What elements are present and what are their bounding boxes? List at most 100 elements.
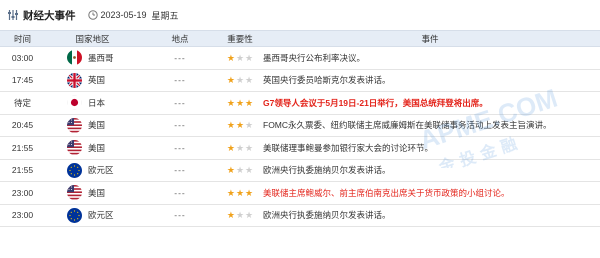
importance-rating: ★ ★ ★ [220, 181, 260, 205]
column-header-region: 国家地区 [45, 30, 140, 47]
us-flag-icon [67, 185, 82, 201]
event-region: 美国 [88, 187, 106, 198]
table-row[interactable]: 待定 日本 --- ★ ★ ★ G7领导人会议于5月19日-21日举行，美国总统拜登将出席。 [0, 91, 600, 115]
star-icon: ★ [226, 142, 235, 153]
event-time: 17:45 [0, 69, 45, 92]
star-icon: ★ [226, 210, 235, 221]
event-time: 23:00 [0, 204, 45, 227]
importance-rating: ★ ★ ★ [220, 204, 260, 227]
event-region-cell: 美国 [45, 181, 140, 205]
star-icon: ★ [245, 165, 254, 176]
page-title: 财经大事件 [23, 9, 76, 22]
star-icon: ★ [235, 75, 245, 86]
star-icon: ★ [245, 97, 254, 108]
event-place: --- [140, 46, 220, 70]
event-region-cell: 日本 [45, 91, 140, 115]
importance-rating: ★ ★ ★ [220, 159, 260, 182]
event-description: 欧洲央行执委施纳贝尔发表讲话。 [260, 204, 600, 227]
event-place: --- [140, 69, 220, 92]
column-header-time: 时间 [0, 30, 45, 47]
column-header-event: 事件 [260, 30, 600, 47]
star-icon: ★ [235, 165, 245, 176]
event-time: 03:00 [0, 46, 45, 70]
page-header: 财经大事件 2023-05-19 星期五 [0, 0, 600, 30]
event-region-cell: 墨西哥 [45, 46, 140, 70]
settings-sliders-icon [7, 9, 19, 21]
table-row[interactable]: 03:00 墨西哥 --- ★ ★ ★ 墨西哥央行公布利率决议。 [0, 46, 600, 70]
date-label: 2023-05-19 [100, 10, 147, 20]
star-icon: ★ [235, 142, 245, 153]
star-icon: ★ [235, 97, 245, 108]
event-place: --- [140, 136, 220, 160]
event-region-cell: 英国 [45, 69, 140, 92]
event-time: 20:45 [0, 114, 45, 137]
event-description: 墨西哥央行公布利率决议。 [260, 46, 600, 70]
table-row[interactable]: 23:00 美国 --- ★ ★ ★ 美联储主席鲍威尔、前主席伯南克出席关于货币政策的小组讨… [0, 181, 600, 205]
japan-flag-icon [67, 95, 82, 111]
event-place: --- [140, 181, 220, 205]
event-place: --- [140, 114, 220, 137]
star-icon: ★ [245, 75, 254, 86]
event-place: --- [140, 204, 220, 227]
event-region: 日本 [88, 97, 106, 108]
weekday-label: 星期五 [151, 10, 179, 21]
calendar-icon [87, 10, 98, 20]
event-description: 美联储理事鲍曼参加银行家大会的讨论环节。 [260, 136, 600, 160]
star-icon: ★ [226, 120, 235, 131]
events-table: 时间 国家地区 地点 重要性 事件 03:00 墨西哥 --- ★ ★ ★ 墨西哥央行公布利… [0, 30, 600, 227]
event-time: 23:00 [0, 181, 45, 205]
table-header: 时间 国家地区 地点 重要性 事件 [0, 30, 600, 47]
table-row[interactable]: 17:45 英国 --- ★ ★ ★ 英国央行委员哈斯克尔发表讲话。 [0, 69, 600, 92]
star-icon: ★ [245, 142, 254, 153]
us-flag-icon [67, 140, 82, 156]
table-row[interactable]: 20:45 美国 --- ★ ★ ★ FOMC永久票委、纽约联储主席威廉姆斯在美联储事务活动… [0, 114, 600, 137]
star-icon: ★ [226, 97, 235, 108]
event-region: 欧元区 [88, 165, 114, 176]
table-body: 03:00 墨西哥 --- ★ ★ ★ 墨西哥央行公布利率决议。 17:45 英国 --- ★ ★ ★ 英… [0, 46, 600, 227]
event-region-cell: 欧元区 [45, 159, 140, 182]
event-time: 21:55 [0, 159, 45, 182]
event-region: 墨西哥 [88, 52, 114, 63]
event-region: 欧元区 [88, 210, 114, 221]
star-icon: ★ [235, 52, 245, 63]
event-region: 英国 [88, 75, 106, 86]
table-row[interactable]: 21:55 欧元区 --- ★ ★ ★ 欧洲央行执委施纳贝尔发表讲话。 [0, 159, 600, 182]
importance-rating: ★ ★ ★ [220, 136, 260, 160]
importance-rating: ★ ★ ★ [220, 46, 260, 70]
mexico-flag-icon [67, 50, 82, 66]
event-region: 美国 [88, 142, 106, 153]
star-icon: ★ [245, 187, 254, 198]
importance-rating: ★ ★ ★ [220, 91, 260, 115]
star-icon: ★ [245, 120, 254, 131]
star-icon: ★ [245, 52, 254, 63]
star-icon: ★ [226, 52, 235, 63]
event-place: --- [140, 159, 220, 182]
importance-rating: ★ ★ ★ [220, 114, 260, 137]
event-place: --- [140, 91, 220, 115]
event-time: 21:55 [0, 136, 45, 160]
event-region-cell: 欧元区 [45, 204, 140, 227]
eu-flag-icon [67, 207, 82, 223]
star-icon: ★ [226, 165, 235, 176]
event-description: 英国央行委员哈斯克尔发表讲话。 [260, 69, 600, 92]
event-description: 美联储主席鲍威尔、前主席伯南克出席关于货币政策的小组讨论。 [260, 181, 600, 205]
event-description: 欧洲央行执委施纳贝尔发表讲话。 [260, 159, 600, 182]
star-icon: ★ [226, 187, 235, 198]
event-region: 美国 [88, 120, 106, 131]
event-time: 待定 [0, 91, 45, 115]
column-header-importance: 重要性 [220, 30, 260, 47]
eu-flag-icon [67, 162, 82, 178]
uk-flag-icon [67, 72, 82, 88]
event-description: FOMC永久票委、纽约联储主席威廉姆斯在美联储事务活动上发表主旨演讲。 [260, 114, 600, 137]
star-icon: ★ [235, 187, 245, 198]
star-icon: ★ [245, 210, 254, 221]
star-icon: ★ [226, 75, 235, 86]
star-icon: ★ [235, 120, 245, 131]
star-icon: ★ [235, 210, 245, 221]
us-flag-icon [67, 117, 82, 133]
importance-rating: ★ ★ ★ [220, 69, 260, 92]
column-header-place: 地点 [140, 30, 220, 47]
event-description: G7领导人会议于5月19日-21日举行，美国总统拜登将出席。 [260, 91, 600, 115]
table-row[interactable]: 21:55 美国 --- ★ ★ ★ 美联储理事鲍曼参加银行家大会的讨论环节。 [0, 136, 600, 160]
table-row[interactable]: 23:00 欧元区 --- ★ ★ ★ 欧洲央行执委施纳贝尔发表讲话。 [0, 204, 600, 227]
